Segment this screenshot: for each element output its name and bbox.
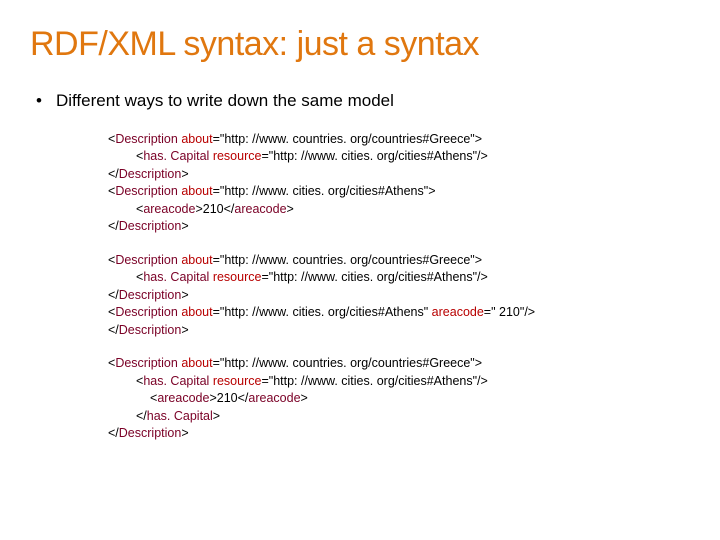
- code-block-2: <Description about="http: //www. countri…: [108, 252, 690, 340]
- bullet-dot-icon: •: [36, 89, 42, 113]
- code-block-3: <Description about="http: //www. countri…: [108, 355, 690, 443]
- bullet-text: Different ways to write down the same mo…: [56, 89, 394, 113]
- code-block-1: <Description about="http: //www. countri…: [108, 131, 690, 236]
- slide-title: RDF/XML syntax: just a syntax: [30, 25, 690, 64]
- bullet-item: • Different ways to write down the same …: [36, 89, 690, 113]
